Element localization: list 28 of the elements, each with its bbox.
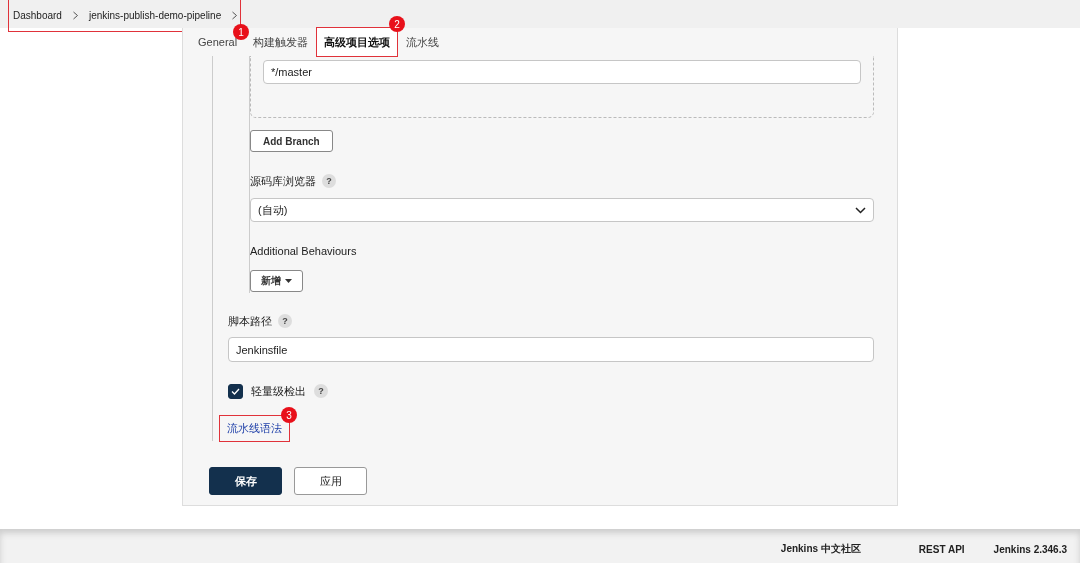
branch-specifier-field[interactable]: */master [263, 60, 861, 84]
apply-button[interactable]: 应用 [294, 467, 367, 495]
breadcrumb-link[interactable]: Dashboard [13, 10, 62, 21]
caret-icon [285, 279, 292, 283]
checkbox-label: 轻量级检出 [251, 383, 306, 399]
add-branch-button[interactable]: Add Branch [250, 130, 333, 152]
section-label: Additional Behaviours [250, 245, 357, 257]
check-icon [231, 387, 240, 395]
footer-link[interactable]: Jenkins 2.346.3 [993, 543, 1067, 555]
help-icon[interactable]: ? [314, 384, 328, 398]
chevron-down-icon [855, 206, 866, 214]
tab[interactable]: 构建触发器 [246, 28, 316, 56]
save-button[interactable]: 保存 [209, 467, 282, 495]
breadcrumb-link[interactable]: jenkins-publish-demo-pipeline [88, 10, 222, 21]
checkbox[interactable] [228, 383, 243, 399]
add-dropdown-button[interactable]: 新增 [250, 270, 303, 292]
chevron-icon [231, 11, 239, 20]
help-icon[interactable]: ? [278, 314, 292, 328]
footer-link[interactable]: Jenkins 中文社区 [780, 542, 861, 556]
help-icon[interactable]: ? [322, 174, 336, 188]
field-label: 脚本路径 [228, 313, 272, 329]
field-label: 源码库浏览器 [250, 173, 316, 189]
tab[interactable]: 高级项目选项 [317, 28, 398, 56]
footer-link[interactable]: REST API [918, 543, 965, 555]
repository-browser-select[interactable]: (自动) [250, 198, 874, 222]
annotation-badge: 3 [281, 407, 297, 423]
chevron-icon [71, 11, 79, 20]
script-path-field[interactable]: Jenkinsfile [228, 337, 874, 362]
